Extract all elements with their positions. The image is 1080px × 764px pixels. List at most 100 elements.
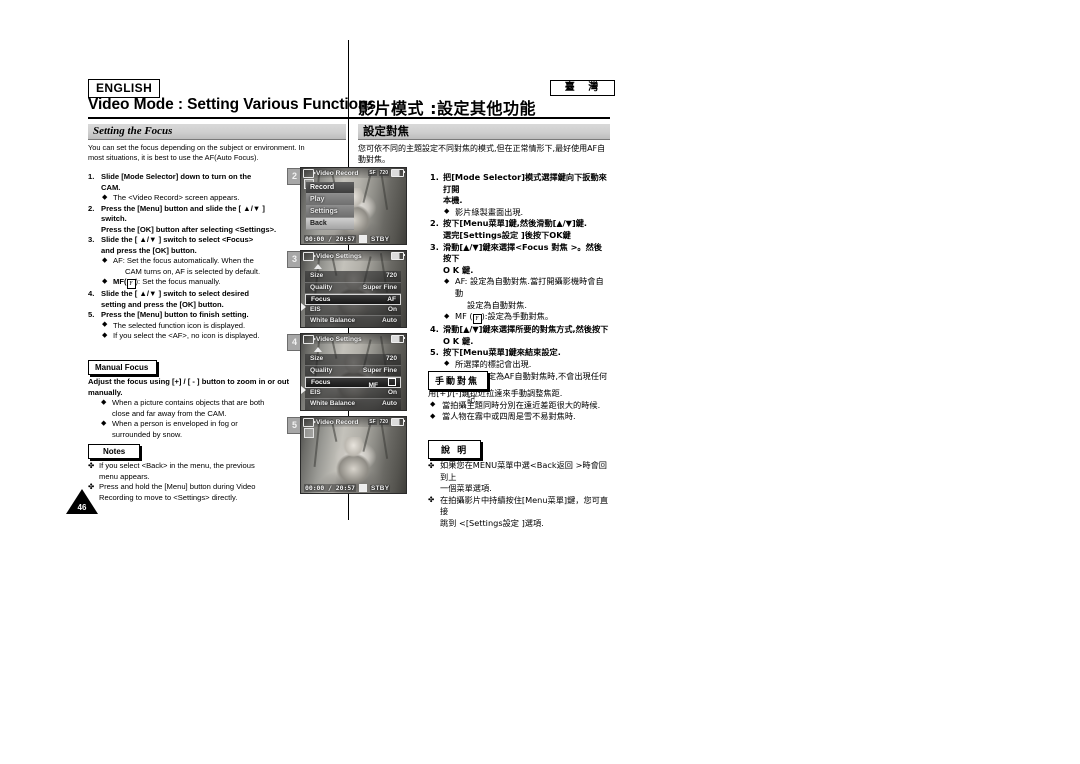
- settings-row-white-balance[interactable]: White Balance Auto: [305, 316, 401, 327]
- scroll-up-icon[interactable]: [314, 347, 322, 352]
- video-camera-icon: [303, 251, 316, 261]
- mf-bullet-cn-1: ◆ 當拍攝主題同時分別在遠近差距很大的時候.: [428, 400, 610, 412]
- step-text-4: Slide the [ ▲/▼ ] switch to select desir…: [101, 289, 249, 298]
- battery-icon: [391, 169, 405, 177]
- diamond-bullet-icon: ◆: [430, 412, 436, 420]
- step-text-4b: setting and press the [OK] button.: [101, 299, 224, 309]
- step-number-cn-3: 3.: [430, 241, 439, 252]
- osd-top-bar: Video Settings: [301, 251, 406, 261]
- page-title-chinese: 影片模式 :設定其他功能: [358, 99, 536, 118]
- mf-description-cn: ):設定為手動對焦。: [481, 311, 554, 322]
- mf-bullet-text: 當人物在霧中或四周是雪不易對焦時.: [442, 411, 576, 422]
- mf-description: ): Set the focus manually.: [135, 277, 221, 286]
- manual-focus-icon: F: [126, 279, 136, 289]
- step-number-cn-4: 4.: [430, 324, 439, 335]
- step-sub-text: The <Video Record> screen appears.: [113, 193, 240, 202]
- step-text-cn-4: 滑動[▲/▼]鍵來選擇所要的對焦方式,然後按下: [443, 324, 609, 335]
- step-sub-3-1: ◆ AF: Set the focus automatically. When …: [101, 256, 303, 267]
- quality-badge: SF: [368, 170, 377, 176]
- note-item-cn-2: ✤ 在拍攝影片中持續按住[Menu菜單]鍵，您可直接 跳到 <[Settings…: [428, 495, 610, 530]
- settings-row-size[interactable]: Size 720: [305, 271, 401, 283]
- step-sub-3-1b: CAM turns on, AF is selected by default.: [125, 266, 261, 276]
- note-text-cont: Recording to move to <Settings> directly…: [99, 492, 238, 502]
- settings-row-value: AF: [387, 296, 396, 303]
- step-number-2: 2.: [88, 203, 95, 213]
- mf-instruction-cn: 用[+]/[-]鍵拉近拉遠來手動調整焦距.: [428, 388, 563, 398]
- menu-item-play[interactable]: Play: [306, 194, 354, 206]
- manual-focus-indicator-icon: [304, 428, 314, 438]
- menu-item-record[interactable]: Record: [306, 182, 354, 194]
- scroll-up-icon[interactable]: [314, 264, 322, 269]
- step-item-cn-4: 4. 滑動[▲/▼]鍵來選擇所要的對焦方式,然後按下 O K 鍵.: [430, 324, 610, 347]
- step-sub-text: AF: 設定為自動對焦.當打開攝影機時會自動: [455, 276, 604, 298]
- note-text: If you select <Back> in the menu, the pr…: [99, 461, 255, 470]
- battery-icon: [391, 335, 405, 343]
- settings-row-value: Auto: [381, 317, 397, 324]
- intro-paragraph-english: You can set the focus depending on the s…: [88, 143, 305, 163]
- step-text-3: Slide the [ ▲/▼ ] switch to select <Focu…: [101, 235, 254, 244]
- step-number-5: 5.: [88, 310, 95, 319]
- step-item-2: 2. Press the [Menu] button and slide the…: [88, 204, 303, 236]
- notes-label: Notes: [88, 444, 141, 459]
- menu-item-back[interactable]: Back: [306, 218, 354, 230]
- settings-row-focus[interactable]: Focus MF: [305, 377, 401, 389]
- settings-row-label: Quality: [310, 283, 333, 291]
- manual-focus-label: Manual Focus: [88, 360, 158, 375]
- step-text-cn-5: 按下[Menu菜單]鍵來結束設定.: [443, 347, 561, 358]
- settings-row-label: Size: [310, 355, 324, 362]
- step-text-cn-1: 把[Mode Selector]模式選擇鍵向下扳動來打開: [443, 172, 607, 194]
- note-item-cn-1: ✤ 如果您在MENU菜單中選<Back返回 >時會回到上 一個菜單選項.: [428, 460, 610, 495]
- settings-row-eis[interactable]: EIS On: [305, 304, 401, 316]
- step-sub-text: AF: Set the focus automatically. When th…: [113, 256, 254, 265]
- step-sub-cn-3-1: ◆ AF: 設定為自動對焦.當打開攝影機時會自動: [443, 276, 610, 299]
- settings-row-value: Super Fine: [362, 283, 397, 291]
- step-item-5: 5. Press the [Menu] button to finish set…: [88, 310, 303, 342]
- lcd-screen-video-settings-af: Video Settings Size 720 Quality Super Fi…: [300, 250, 407, 328]
- mf-bullet-1b: close and far away from the CAM.: [112, 408, 227, 418]
- selection-arrow-icon: [301, 303, 306, 311]
- header-rule: [88, 117, 610, 119]
- video-camera-icon: [303, 417, 316, 427]
- settings-row-quality[interactable]: Quality Super Fine: [305, 365, 401, 377]
- step-sub-cn-3-2: ◆ MF (F):設定為手動對焦。: [443, 311, 610, 325]
- settings-row-white-balance[interactable]: White Balance Auto: [305, 399, 401, 410]
- diamond-bullet-icon: ◆: [101, 398, 107, 406]
- battery-icon: [391, 252, 405, 260]
- settings-row-eis[interactable]: EIS On: [305, 387, 401, 399]
- diamond-bullet-icon: ◆: [102, 277, 108, 285]
- step-sub-text: The selected function icon is displayed.: [113, 320, 246, 330]
- osd-screen-title: Video Record: [316, 169, 359, 177]
- diamond-bullet-icon: ◆: [444, 207, 450, 216]
- settings-row-value: Auto: [381, 400, 397, 407]
- timecode-display: 00:00 / 20:57: [304, 484, 357, 492]
- status-indicator: STBY: [370, 484, 391, 492]
- settings-row-quality[interactable]: Quality Super Fine: [305, 282, 401, 294]
- notes-body-chinese: ✤ 如果您在MENU菜單中選<Back返回 >時會回到上 一個菜單選項. ✤ 在…: [428, 460, 610, 530]
- osd-bottom-bar: 00:00 / 20:57 STBY: [301, 235, 406, 243]
- osd-top-bar: Video Record SF 720: [301, 168, 406, 178]
- step-item-cn-2: 2. 按下[Menu菜單]鍵,然後滑動[▲/▼]鍵. 選完[Settings設定…: [430, 218, 610, 241]
- step-text-5: Press the [Menu] button to finish settin…: [101, 310, 249, 319]
- battery-icon: [391, 418, 405, 426]
- step-number-3: 3.: [88, 235, 95, 244]
- diamond-bullet-icon: ◆: [102, 321, 108, 328]
- step-sub-cn-1-1: ◆ 影片綠製畫面出現.: [443, 207, 610, 219]
- note-text: 如果您在MENU菜單中選<Back返回 >時會回到上: [440, 460, 607, 482]
- step-item-cn-1: 1. 把[Mode Selector]模式選擇鍵向下扳動來打開 本機. ◆ 影片…: [430, 172, 610, 218]
- status-indicator: STBY: [370, 235, 391, 243]
- settings-row-size[interactable]: Size 720: [305, 354, 401, 366]
- step-number-1: 1.: [88, 172, 95, 181]
- osd-screen-title: Video Settings: [316, 335, 362, 343]
- popup-menu: Record Play Settings Back: [306, 182, 354, 230]
- step-sub-3-2: ◆ MF(F): Set the focus manually.: [101, 277, 303, 289]
- step-text-2: Press the [Menu] button and slide the [ …: [101, 203, 265, 213]
- step-text-2c: Press the [OK] button after selecting <S…: [101, 224, 277, 234]
- diamond-bullet-icon: ◆: [444, 276, 450, 285]
- note-text-cont: menu appears.: [99, 471, 150, 481]
- menu-item-settings[interactable]: Settings: [306, 206, 354, 218]
- step-sub-cn-5-1: ◆ 所選擇的標記會出現.: [443, 359, 610, 371]
- section-title-chinese: 設定對焦: [363, 124, 409, 138]
- mf-instruction-1: Adjust the focus using [+] / [ - ] butto…: [88, 377, 257, 386]
- settings-row-focus[interactable]: Focus AF: [305, 294, 401, 305]
- video-camera-icon: [303, 334, 316, 344]
